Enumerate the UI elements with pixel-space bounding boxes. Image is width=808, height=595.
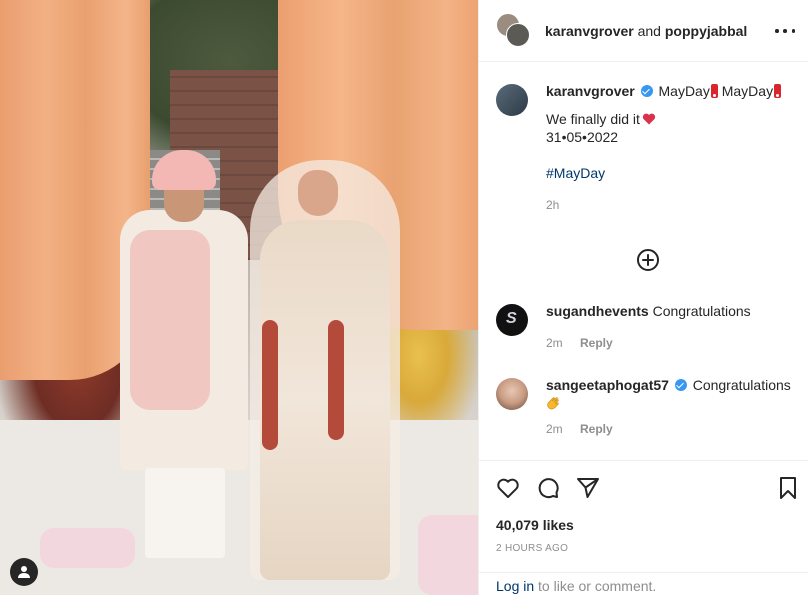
heart-icon[interactable] <box>495 475 521 501</box>
cushion-right <box>418 515 478 595</box>
caption-line-2: We finally did it <box>546 111 640 127</box>
user-tag-icon <box>18 566 30 578</box>
bride-figure <box>240 150 410 590</box>
comment-icon[interactable] <box>535 475 561 501</box>
author-connector: and <box>633 22 665 39</box>
groom-figure <box>110 150 250 570</box>
exclamation-emoji-icon <box>710 84 718 98</box>
comment-text: Congratulations <box>688 377 791 393</box>
commenter-username-link[interactable]: sugandhevents <box>546 303 649 319</box>
exclamation-emoji-icon <box>774 84 782 98</box>
author-username-link[interactable]: karanvgrover <box>545 23 634 39</box>
comment-time: 2m <box>546 422 563 436</box>
clapping-hands-emoji-icon <box>547 397 559 410</box>
hashtag-link[interactable]: #MayDay <box>546 164 796 182</box>
plus-circle-icon[interactable] <box>636 248 660 272</box>
reply-button[interactable]: Reply <box>580 336 613 350</box>
comment-text: Congratulations <box>648 303 751 319</box>
caption-text-2: MayDay <box>717 83 774 99</box>
post-timestamp: 2 HOURS AGO <box>496 543 569 554</box>
login-link[interactable]: Log in <box>496 578 534 594</box>
collab-avatars[interactable] <box>496 12 532 49</box>
more-options-icon <box>775 29 779 33</box>
cushion-left <box>40 528 135 568</box>
bookmark-icon[interactable] <box>775 475 801 501</box>
caption-text-1: MayDay <box>654 83 710 99</box>
reply-button[interactable]: Reply <box>580 422 613 436</box>
login-prompt: Log in to like or comment. <box>479 572 808 595</box>
comment-time: 2m <box>546 336 563 350</box>
login-suffix: to like or comment. <box>534 578 657 594</box>
user-tag-button[interactable] <box>10 558 38 586</box>
post-actions: 40,079 likes 2 HOURS AGO Log in to like … <box>479 460 808 595</box>
post-side-panel: karanvgrover and poppyjabbal karanvgrove… <box>478 0 808 595</box>
caption-line-3: 31•05•2022 <box>546 129 619 145</box>
caption-author-avatar[interactable] <box>496 84 528 116</box>
post-caption: karanvgrover MayDay MayDay We finally di… <box>496 82 796 214</box>
more-options-button[interactable] <box>775 22 795 40</box>
red-heart-emoji-icon <box>642 113 656 125</box>
comment-item: sugandhevents Congratulations 2m Reply <box>496 302 796 350</box>
verified-badge-icon <box>674 379 687 391</box>
caption-username-link[interactable]: karanvgrover <box>546 83 635 99</box>
likes-count[interactable]: 40,079 likes <box>496 517 574 533</box>
commenter-avatar[interactable] <box>496 378 528 410</box>
verified-badge-icon <box>640 85 653 97</box>
avatar <box>506 22 530 47</box>
post-author-title: karanvgrover and poppyjabbal <box>545 23 747 39</box>
post-photo[interactable] <box>0 0 478 595</box>
share-icon[interactable] <box>575 475 601 501</box>
commenter-username-link[interactable]: sangeetaphogat57 <box>546 377 669 393</box>
caption-time: 2h <box>546 198 560 212</box>
comment-item: sangeetaphogat57 Congratulations 2m Repl… <box>496 376 796 436</box>
post-header: karanvgrover and poppyjabbal <box>479 0 808 62</box>
commenter-avatar[interactable] <box>496 304 528 336</box>
collaborator-username-link[interactable]: poppyjabbal <box>665 23 747 39</box>
